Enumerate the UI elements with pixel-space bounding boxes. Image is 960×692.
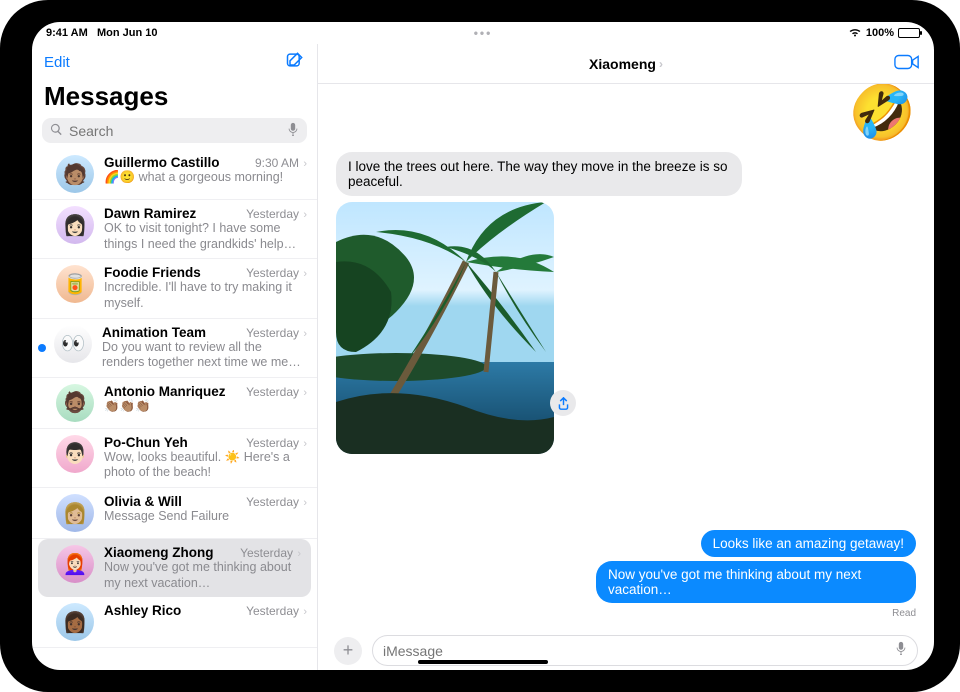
conversation-time: Yesterday › (246, 207, 307, 221)
conversation-name: Animation Team (102, 325, 206, 340)
message-composer: + (318, 629, 934, 670)
conversation-time: Yesterday › (246, 266, 307, 280)
conversation-item[interactable]: 👩🏾 Ashley Rico Yesterday › (32, 597, 317, 648)
avatar: 👩🏼 (56, 494, 94, 532)
conversation-time: Yesterday › (246, 326, 307, 340)
conversation-item[interactable]: 🥫 Foodie Friends Yesterday ›Incredible. I'… (32, 259, 317, 318)
conversation-time: Yesterday › (246, 495, 307, 509)
status-time-date: 9:41 AM Mon Jun 10 (46, 27, 157, 39)
status-date: Mon Jun 10 (97, 27, 158, 39)
conversation-preview: Wow, looks beautiful. ☀️ Here's a photo … (104, 450, 307, 481)
conversation-preview: 🌈🙂 what a gorgeous morning! (104, 170, 307, 186)
avatar: 🥫 (56, 265, 94, 303)
conversation-name: Xiaomeng Zhong (104, 545, 214, 560)
facetime-button[interactable] (894, 52, 920, 77)
conversation-name: Dawn Ramirez (104, 206, 196, 221)
conversation-preview: Message Send Failure (104, 509, 307, 525)
avatar: 👩🏾 (56, 603, 94, 641)
share-photo-button[interactable] (550, 390, 576, 416)
dictate-icon[interactable] (287, 122, 299, 139)
avatar: 🧑🏽 (56, 155, 94, 193)
sidebar-title: Messages (32, 79, 317, 118)
outgoing-group: Looks like an amazing getaway! Now you'v… (596, 530, 916, 619)
chevron-right-icon: › (659, 57, 663, 71)
multitask-dots[interactable]: ••• (474, 26, 493, 40)
incoming-photo[interactable] (336, 202, 554, 454)
conversation-name: Ashley Rico (104, 603, 181, 618)
conversation-list[interactable]: 🧑🏽 Guillermo Castillo 9:30 AM ›🌈🙂 what a g… (32, 149, 317, 670)
search-input[interactable] (42, 118, 307, 143)
conversation-item[interactable]: 👩🏻‍🦰 Xiaomeng Zhong Yesterday ›Now you've … (38, 539, 311, 597)
conversation-item[interactable]: 👨🏻 Po-Chun Yeh Yesterday ›Wow, looks beaut… (32, 429, 317, 488)
incoming-message[interactable]: I love the trees out here. The way they … (336, 152, 742, 196)
conversation-name: Po-Chun Yeh (104, 435, 188, 450)
unread-dot (38, 344, 46, 352)
read-receipt: Read (892, 608, 916, 619)
conversation-name: Guillermo Castillo (104, 155, 220, 170)
avatar: 👨🏻 (56, 435, 94, 473)
tapback-emoji[interactable]: 🤣 (849, 86, 916, 140)
compose-button[interactable] (285, 50, 305, 75)
conversation-sidebar: Edit Messages 🧑🏽 Guillermo Castillo 9:30 A… (32, 44, 318, 670)
search-field[interactable] (69, 123, 281, 139)
conversation-time: Yesterday › (246, 604, 307, 618)
battery-icon (898, 28, 920, 38)
conversation-time: 9:30 AM › (255, 156, 307, 170)
outgoing-message[interactable]: Now you've got me thinking about my next… (596, 561, 916, 603)
conversation-preview: Incredible. I'll have to try making it m… (104, 280, 307, 311)
battery-percent: 100% (866, 27, 894, 39)
conversation-time: Yesterday › (246, 385, 307, 399)
wifi-icon (848, 27, 862, 40)
conversation-name: Antonio Manriquez (104, 384, 226, 399)
chat-pane: Xiaomeng › 🤣 I love the trees out here. … (318, 44, 934, 670)
apps-button[interactable]: + (334, 637, 362, 665)
conversation-preview: Now you've got me thinking about my next… (104, 560, 301, 591)
chat-header: Xiaomeng › (318, 44, 934, 84)
conversation-item[interactable]: 👩🏻 Dawn Ramirez Yesterday ›OK to visit ton… (32, 200, 317, 259)
conversation-time: Yesterday › (246, 436, 307, 450)
conversation-preview: Do you want to review all the renders to… (102, 340, 307, 371)
avatar: 🧔🏽 (56, 384, 94, 422)
conversation-name: Olivia & Will (104, 494, 182, 509)
avatar: 👩🏻 (56, 206, 94, 244)
home-indicator[interactable] (418, 660, 548, 664)
conversation-time: Yesterday › (240, 546, 301, 560)
conversation-item[interactable]: 🧔🏽 Antonio Manriquez Yesterday ›👏🏽👏🏽👏🏽 (32, 378, 317, 429)
dictate-icon[interactable] (895, 641, 907, 660)
conversation-name: Foodie Friends (104, 265, 201, 280)
avatar: 👩🏻‍🦰 (56, 545, 94, 583)
status-time: 9:41 AM (46, 27, 88, 39)
outgoing-message[interactable]: Looks like an amazing getaway! (701, 530, 916, 557)
message-text-field[interactable] (383, 643, 887, 659)
search-icon (50, 123, 63, 139)
status-bar: 9:41 AM Mon Jun 10 ••• 100% (32, 22, 934, 44)
chat-contact-button[interactable]: Xiaomeng › (589, 56, 663, 72)
avatar: 👀 (54, 325, 92, 363)
conversation-preview: 👏🏽👏🏽👏🏽 (104, 399, 307, 415)
chat-body[interactable]: 🤣 I love the trees out here. The way the… (318, 84, 934, 629)
conversation-preview: OK to visit tonight? I have some things … (104, 221, 307, 252)
conversation-item[interactable]: 🧑🏽 Guillermo Castillo 9:30 AM ›🌈🙂 what a g… (32, 149, 317, 200)
edit-button[interactable]: Edit (44, 54, 70, 71)
conversation-item[interactable]: 👩🏼 Olivia & Will Yesterday ›Message Send F… (32, 488, 317, 539)
chat-contact-name: Xiaomeng (589, 56, 656, 72)
conversation-item[interactable]: 👀 Animation Team Yesterday ›Do you want to… (32, 319, 317, 378)
